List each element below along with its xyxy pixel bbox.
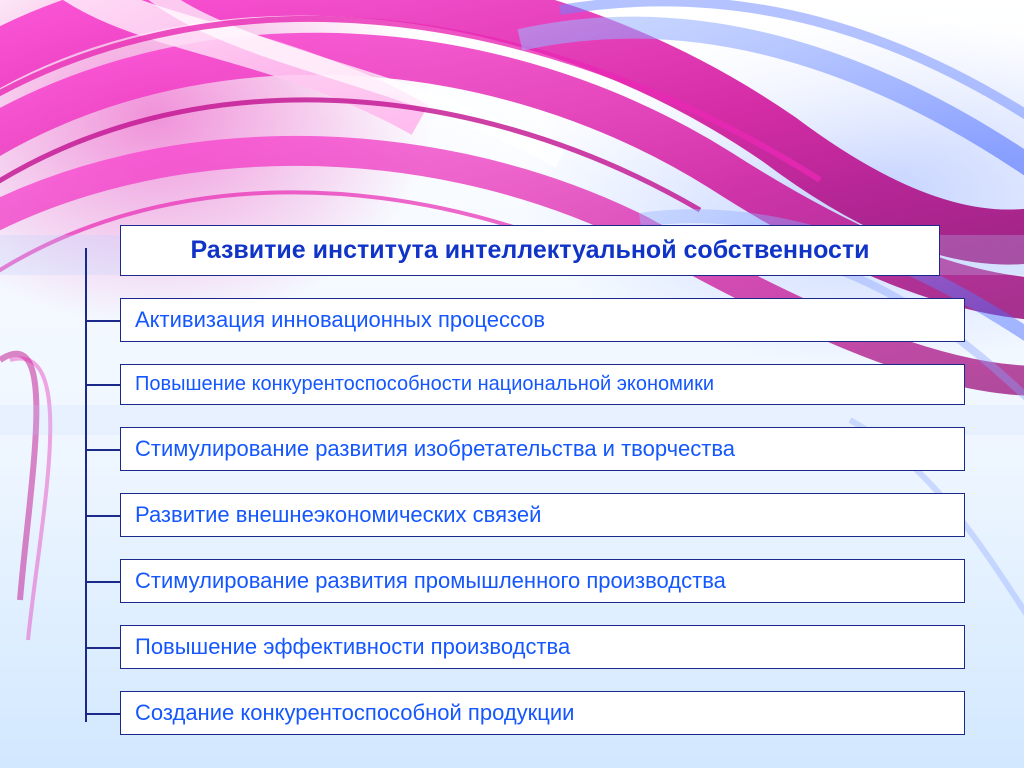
diagram-item: Развитие внешнеэкономических связей: [120, 493, 965, 537]
diagram-content: Развитие института интеллектуальной собс…: [45, 225, 985, 735]
diagram-item: Повышение конкурентоспособности национал…: [120, 364, 965, 405]
item-row: Создание конкурентоспособной продукции: [45, 691, 985, 735]
item-row: Повышение конкурентоспособности национал…: [45, 364, 985, 405]
connector-arm: [85, 320, 120, 322]
item-row: Стимулирование развития изобретательства…: [45, 427, 985, 471]
connector-arm: [85, 515, 120, 517]
item-row: Развитие внешнеэкономических связей: [45, 493, 985, 537]
connector-arm: [85, 449, 120, 451]
item-row: Активизация инновационных процессов: [45, 298, 985, 342]
diagram-title: Развитие института интеллектуальной собс…: [120, 225, 940, 276]
diagram-item: Создание конкурентоспособной продукции: [120, 691, 965, 735]
item-row: Стимулирование развития промышленного пр…: [45, 559, 985, 603]
connector-arm: [85, 713, 120, 715]
connector-arm: [85, 581, 120, 583]
diagram-item: Активизация инновационных процессов: [120, 298, 965, 342]
item-row: Повышение эффективности производства: [45, 625, 985, 669]
diagram-item: Стимулирование развития изобретательства…: [120, 427, 965, 471]
connector-arm: [85, 384, 120, 386]
diagram-item: Повышение эффективности производства: [120, 625, 965, 669]
diagram-item: Стимулирование развития промышленного пр…: [120, 559, 965, 603]
title-row: Развитие института интеллектуальной собс…: [45, 225, 985, 276]
connector-arm: [85, 647, 120, 649]
